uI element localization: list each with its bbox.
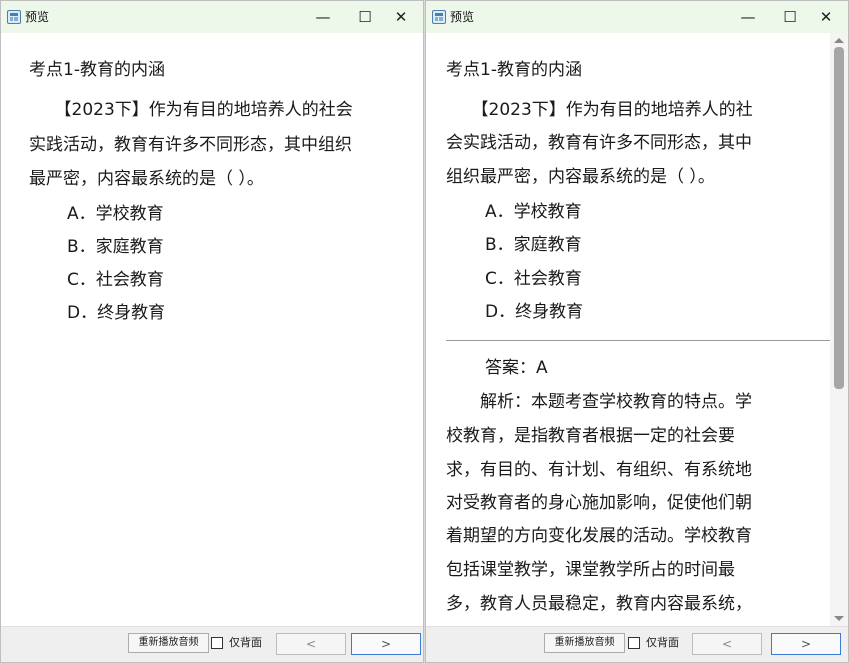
vertical-scrollbar[interactable]: [830, 33, 848, 626]
card-content: 考点1-教育的内涵 【2023下】作为有目的地培养人的社会 实践活动，教育有许多…: [1, 33, 423, 626]
scrollbar-thumb[interactable]: [834, 47, 844, 389]
minimize-button[interactable]: —: [309, 5, 337, 29]
card-content: 考点1-教育的内涵 【2023下】作为有目的地培养人的社 会实践活动，教育有许多…: [426, 33, 830, 626]
next-button[interactable]: >: [351, 633, 421, 655]
back-only-checkbox[interactable]: [211, 637, 223, 649]
replay-audio-button[interactable]: 重新播放音频: [128, 633, 209, 653]
maximize-button[interactable]: ☐: [776, 5, 804, 29]
option-c: C．社会教育: [67, 270, 164, 290]
option-b: B．家庭教育: [485, 235, 582, 255]
bottom-toolbar: 重新播放音频 仅背面 < >: [1, 626, 423, 662]
explanation-line: 着期望的方向变化发展的活动。学校教育: [446, 526, 752, 546]
back-only-toggle[interactable]: 仅背面: [628, 633, 688, 653]
explanation-line: 对受教育者的身心施加影响，促使他们朝: [446, 493, 752, 513]
option-d: D．终身教育: [67, 303, 166, 323]
close-button[interactable]: ✕: [387, 5, 415, 29]
back-only-label: 仅背面: [229, 636, 262, 649]
title-bar[interactable]: 预览 — ☐ ✕: [426, 1, 848, 33]
question-line: 最严密，内容最系统的是（ ）。: [29, 169, 264, 189]
back-only-checkbox[interactable]: [628, 637, 640, 649]
question-line: 【2023下】作为有目的地培养人的社会: [29, 100, 353, 120]
window-title: 预览: [450, 10, 475, 24]
question-line: 会实践活动，教育有许多不同形态，其中: [446, 133, 752, 153]
card-heading: 考点1-教育的内涵: [446, 60, 582, 80]
app-icon: [7, 10, 21, 24]
back-only-toggle[interactable]: 仅背面: [211, 633, 271, 653]
scroll-down-icon[interactable]: [834, 616, 844, 621]
app-icon: [432, 10, 446, 24]
next-button[interactable]: >: [771, 633, 841, 655]
option-c: C．社会教育: [485, 269, 582, 289]
window-title: 预览: [25, 10, 50, 24]
option-a: A．学校教育: [67, 204, 164, 224]
title-bar[interactable]: 预览 — ☐ ✕: [1, 1, 423, 33]
maximize-button[interactable]: ☐: [351, 5, 379, 29]
option-a: A．学校教育: [485, 202, 582, 222]
card-heading: 考点1-教育的内涵: [29, 60, 165, 80]
bottom-toolbar: 重新播放音频 仅背面 < >: [426, 626, 848, 662]
minimize-button[interactable]: —: [734, 5, 762, 29]
question-line: 实践活动，教育有许多不同形态，其中组织: [29, 135, 352, 155]
explanation-line: 校教育，是指教育者根据一定的社会要: [446, 426, 735, 446]
question-line: 组织最严密，内容最系统的是（ ）。: [446, 167, 715, 187]
prev-button[interactable]: <: [276, 633, 346, 655]
back-only-label: 仅背面: [646, 636, 679, 649]
answer-divider: [446, 340, 830, 341]
explanation-line: 解析：本题考查学校教育的特点。学: [446, 392, 752, 412]
answer-text: 答案：A: [485, 358, 548, 378]
explanation-line: 包括课堂教学，课堂教学所占的时间最: [446, 560, 735, 580]
option-d: D．终身教育: [485, 302, 584, 322]
prev-button[interactable]: <: [692, 633, 762, 655]
question-line: 【2023下】作为有目的地培养人的社: [446, 100, 753, 120]
option-b: B．家庭教育: [67, 237, 164, 257]
preview-window-right: 预览 — ☐ ✕ 考点1-教育的内涵 【2023下】作为有目的地培养人的社 会实…: [425, 0, 849, 663]
replay-audio-button[interactable]: 重新播放音频: [544, 633, 625, 653]
preview-window-left: 预览 — ☐ ✕ 考点1-教育的内涵 【2023下】作为有目的地培养人的社会 实…: [0, 0, 424, 663]
explanation-line: 多，教育人员最稳定，教育内容最系统，: [446, 594, 752, 614]
scroll-up-icon[interactable]: [834, 38, 844, 43]
close-button[interactable]: ✕: [812, 5, 840, 29]
explanation-line: 求，有目的、有计划、有组织、有系统地: [446, 460, 752, 480]
